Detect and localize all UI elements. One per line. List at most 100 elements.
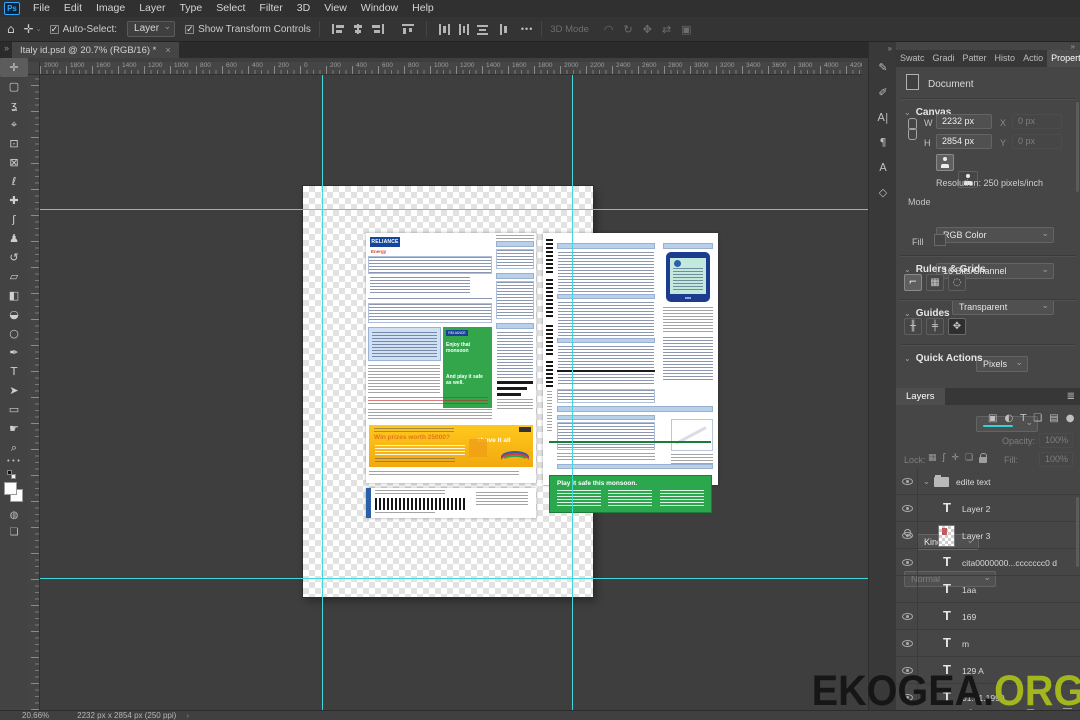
filter-adjustment-layers-icon[interactable]: ◐ — [1004, 413, 1013, 424]
auto-select-checkbox[interactable] — [49, 24, 59, 35]
group-expand-icon[interactable]: ⌄ — [923, 477, 930, 486]
align-left-edges-icon[interactable] — [331, 24, 344, 34]
status-options-icon[interactable]: › — [186, 711, 189, 720]
pen-tool[interactable]: ✒ — [0, 343, 28, 362]
horizontal-ruler[interactable]: 2000 1800 1600 1400 1200 1000 800 600 400 200 0 200… — [40, 62, 862, 75]
zoom-tool[interactable]: ⌕ — [0, 438, 28, 457]
layer-row-0[interactable]: ⌄ edite text — [896, 468, 1080, 495]
fill-dropdown[interactable]: Transparent — [952, 299, 1054, 315]
object-selection-tool[interactable]: ⌖ — [0, 115, 28, 134]
visibility-eye-icon[interactable] — [902, 478, 913, 485]
menu-window[interactable]: Window — [354, 0, 405, 17]
zoom-percentage-field[interactable]: 20.66% — [22, 711, 49, 720]
gradient-tool[interactable]: ◧ — [0, 286, 28, 305]
brush-settings-panel-icon[interactable]: ✐ — [869, 80, 897, 105]
move-tool-preset-icon[interactable]: ✛ — [24, 23, 34, 35]
layer-row-4[interactable]: T 1aa — [896, 576, 1080, 603]
toggle-pixel-grid-icon[interactable]: ◌ — [948, 274, 966, 291]
menu-layer[interactable]: Layer — [132, 0, 172, 17]
3d-roll-icon[interactable]: ↻ — [624, 23, 633, 36]
visibility-eye-icon[interactable] — [902, 505, 913, 512]
layers-tab[interactable]: Layers — [896, 388, 945, 405]
tool-preset-chevron-icon[interactable]: ⌄ — [36, 25, 42, 33]
3d-slide-icon[interactable]: ⇄ — [662, 23, 671, 36]
move-tool[interactable]: ✛ — [0, 58, 28, 77]
lock-all-icon[interactable] — [979, 453, 988, 463]
menu-image[interactable]: Image — [89, 0, 132, 17]
menu-3d[interactable]: 3D — [290, 0, 317, 17]
align-right-edges-icon[interactable] — [371, 24, 384, 34]
layer-visibility-cell[interactable] — [896, 630, 918, 657]
show-transform-checkbox[interactable] — [185, 24, 195, 35]
ruler-units-dropdown[interactable]: Pixels — [976, 356, 1028, 372]
eraser-tool[interactable]: ▱ — [0, 267, 28, 286]
edit-guides-icon[interactable]: ✥ — [948, 318, 966, 335]
menu-help[interactable]: Help — [405, 0, 441, 17]
distribute-vertical-centers-icon[interactable] — [476, 24, 488, 35]
menu-file[interactable]: File — [26, 0, 57, 17]
frame-tool[interactable]: ⊠ — [0, 153, 28, 172]
foreground-color-swatch[interactable] — [4, 482, 17, 495]
canvas-viewport[interactable]: RELIANCE Energy RELIANCE Enjoy that mons… — [40, 75, 868, 710]
character-panel-icon[interactable]: A| — [869, 105, 897, 130]
lock-transparency-icon[interactable]: ▦ — [928, 453, 937, 463]
horizontal-guide-bottom[interactable] — [40, 578, 868, 579]
marquee-tool[interactable]: ▢ — [0, 77, 28, 96]
default-colors-icon[interactable] — [0, 469, 28, 481]
vertical-guide-right[interactable] — [572, 75, 573, 710]
filter-shape-layers-icon[interactable]: ❏ — [1033, 413, 1042, 424]
vertical-guide-left[interactable] — [322, 75, 323, 710]
filter-pixel-layers-icon[interactable]: ▣ — [988, 413, 997, 424]
fill-swatch[interactable] — [934, 234, 946, 246]
horizontal-guide-top[interactable] — [40, 209, 868, 210]
tab-patter[interactable]: Patter — [959, 50, 991, 67]
foreground-background-swatches[interactable] — [0, 481, 28, 507]
healing-brush-tool[interactable]: ✚ — [0, 191, 28, 210]
libraries-panel-icon[interactable]: ◇ — [869, 180, 897, 205]
lock-pixels-icon[interactable]: ʃ — [943, 453, 946, 463]
ruler-origin-corner[interactable] — [28, 62, 40, 75]
menu-view[interactable]: View — [317, 0, 354, 17]
toggle-rulers-icon[interactable]: ⌐ — [904, 274, 922, 291]
distribute-right-icon[interactable] — [496, 23, 507, 35]
close-tab-icon[interactable]: × — [165, 45, 170, 55]
toggle-grid-icon[interactable]: ▦ — [926, 274, 944, 291]
layer-row-5[interactable]: T 169 — [896, 603, 1080, 630]
layers-panel-menu-icon[interactable]: ≣ — [1067, 388, 1080, 405]
properties-scrollbar[interactable] — [1076, 102, 1079, 192]
distribute-horizontal-centers-icon[interactable] — [458, 23, 469, 35]
3d-pan-icon[interactable]: ✥ — [643, 23, 652, 36]
brush-tool[interactable]: ʃ — [0, 210, 28, 229]
visibility-eye-icon[interactable] — [902, 613, 913, 620]
document-tab[interactable]: Italy id.psd @ 20.7% (RGB/16) * × — [12, 42, 179, 58]
3d-camera-icon[interactable]: ▣ — [681, 23, 691, 36]
eyedropper-tool[interactable]: ℓ — [0, 172, 28, 191]
layer-row-3[interactable]: Tcita0000000...ccccccc0 d — [896, 549, 1080, 576]
layer-row-2[interactable]: Layer 3 — [896, 522, 1080, 549]
visibility-eye-icon[interactable] — [902, 640, 913, 647]
menu-type[interactable]: Type — [172, 0, 209, 17]
tab-gradi[interactable]: Gradi — [929, 50, 959, 67]
filter-toggle-icon[interactable]: ● — [1066, 413, 1075, 424]
visibility-eye-icon[interactable] — [902, 532, 913, 539]
align-horizontal-centers-icon[interactable] — [352, 24, 364, 34]
quick-actions-section-header[interactable]: ⌄ Quick Actions — [904, 348, 983, 366]
tab-swatc[interactable]: Swatc — [896, 50, 929, 67]
glyphs-panel-icon[interactable]: A — [869, 155, 897, 180]
layer-visibility-cell[interactable] — [896, 603, 918, 630]
align-top-edges-icon[interactable] — [401, 24, 414, 34]
link-dimensions-icon[interactable] — [908, 118, 916, 140]
orientation-portrait-button[interactable] — [936, 154, 954, 171]
auto-select-target-dropdown[interactable]: Layer — [127, 21, 176, 37]
history-brush-tool[interactable]: ↺ — [0, 248, 28, 267]
tab-properties[interactable]: Properties — [1047, 50, 1080, 67]
layer-visibility-cell[interactable] — [896, 522, 918, 549]
dodge-tool[interactable]: ○ — [0, 324, 28, 343]
rectangle-tool[interactable]: ▭ — [0, 400, 28, 419]
menu-select[interactable]: Select — [209, 0, 252, 17]
quick-mask-icon[interactable]: ◍ — [0, 507, 28, 524]
menu-filter[interactable]: Filter — [252, 0, 289, 17]
distribute-left-icon[interactable] — [438, 23, 450, 35]
paragraph-panel-icon[interactable]: ¶ — [869, 130, 897, 155]
screen-mode-icon[interactable]: ❏ — [0, 524, 28, 541]
